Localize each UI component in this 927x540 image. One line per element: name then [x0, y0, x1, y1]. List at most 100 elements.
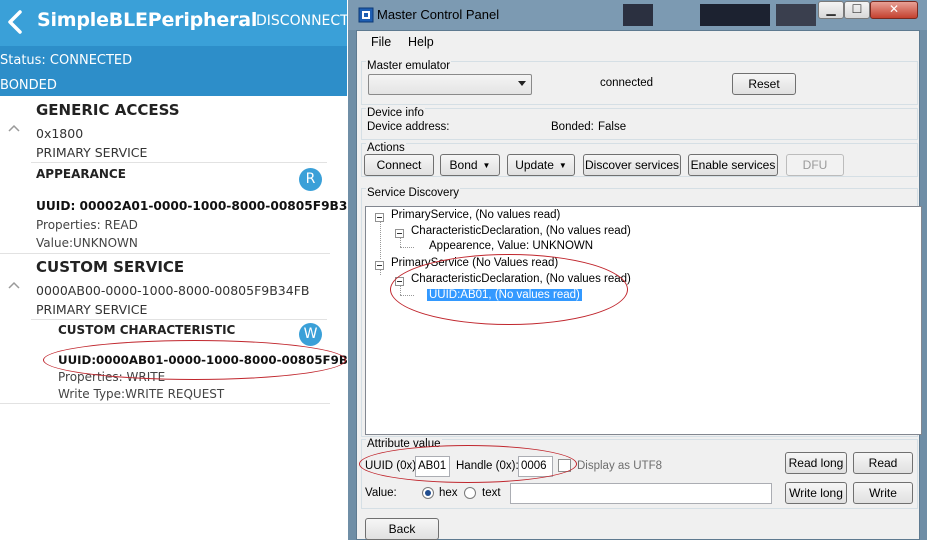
group-label: Device info: [366, 107, 425, 119]
divider: [0, 253, 330, 254]
value-input[interactable]: [510, 483, 772, 504]
characteristic-title: CUSTOM CHARACTERISTIC: [58, 323, 236, 337]
service-discovery-group: Service Discovery PrimaryService, (No va…: [361, 187, 922, 437]
window-title-bar[interactable]: Master Control Panel ▁ ☐ ✕: [348, 0, 927, 30]
write-long-button[interactable]: Write long: [785, 482, 847, 504]
menu-help[interactable]: Help: [408, 35, 434, 49]
tree-line: [400, 247, 414, 248]
uuid-label: UUID (0x):: [365, 460, 420, 472]
write-button[interactable]: Write: [853, 482, 913, 504]
characteristic-uuid: UUID:0000AB01-0000-1000-8000-00805F9B34F…: [58, 353, 347, 367]
tree-line: [380, 219, 381, 259]
tree-node-primary-service[interactable]: PrimaryService (No Values read): [391, 257, 558, 269]
maximize-icon[interactable]: ☐: [844, 1, 870, 19]
app-bar: SimpleBLEPeripheral DISCONNECT: [0, 0, 347, 46]
device-address-label: Device address:: [367, 121, 450, 133]
tree-line: [400, 295, 414, 296]
window-client-area: File Help Master emulator connected Rese…: [356, 30, 922, 540]
background-window-strip: [623, 4, 653, 26]
bond-status: BONDED: [0, 78, 57, 93]
dfu-button[interactable]: DFU: [786, 154, 844, 176]
divider: [0, 403, 330, 404]
update-button-label: Update: [515, 158, 554, 172]
background-window-strip: [776, 4, 816, 26]
actions-group: Actions Connect Bond ▼ Update ▼ Discover s…: [361, 142, 918, 177]
back-button[interactable]: Back: [365, 518, 439, 540]
handle-label: Handle (0x):: [456, 460, 519, 472]
service-title: CUSTOM SERVICE: [36, 258, 185, 276]
attribute-value-group: Attribute value UUID (0x): AB01 Handle (…: [361, 438, 918, 509]
handle-input[interactable]: 0006: [518, 456, 553, 477]
service-tree[interactable]: PrimaryService, (No values read) Charact…: [365, 206, 922, 435]
dropdown-arrow-icon: ▼: [482, 161, 491, 170]
update-button[interactable]: Update ▼: [507, 154, 575, 176]
service-kind: PRIMARY SERVICE: [36, 302, 148, 317]
divider: [31, 162, 327, 163]
emulator-select[interactable]: [368, 74, 532, 95]
menu-file[interactable]: File: [371, 35, 391, 49]
window-title: Master Control Panel: [377, 7, 500, 22]
characteristic-properties: Properties: WRITE: [58, 370, 166, 384]
divider: [31, 319, 327, 320]
group-label: Actions: [366, 142, 406, 154]
android-app: SimpleBLEPeripheral DISCONNECT Status: C…: [0, 0, 347, 540]
bonded-value: False: [598, 121, 627, 133]
tree-node-characteristic[interactable]: CharacteristicDeclaration, (No values re…: [411, 273, 631, 285]
collapse-toggle-icon[interactable]: [375, 261, 384, 270]
tree-node-primary-service[interactable]: PrimaryService, (No values read): [391, 209, 560, 221]
utf8-label: Display as UTF8: [577, 460, 662, 472]
connect-button[interactable]: Connect: [364, 154, 434, 176]
read-badge-icon: R: [299, 168, 322, 191]
chevron-up-icon[interactable]: [7, 123, 21, 133]
characteristic-value: Value:UNKNOWN: [36, 236, 138, 250]
hex-label: hex: [439, 487, 458, 499]
connection-state: connected: [600, 77, 654, 89]
close-icon[interactable]: ✕: [870, 1, 918, 19]
uuid-input[interactable]: AB01: [415, 456, 450, 477]
service-uuid: 0x1800: [36, 126, 84, 141]
device-info-group: Device info Device address: Bonded: Fals…: [361, 107, 918, 140]
tree-node-characteristic[interactable]: CharacteristicDeclaration, (No values re…: [411, 225, 631, 237]
connection-status-bar: Status: CONNECTED BONDED: [0, 46, 347, 96]
bond-button[interactable]: Bond ▼: [440, 154, 500, 176]
dropdown-arrow-icon: [518, 81, 526, 86]
characteristic-properties: Properties: READ: [36, 218, 138, 232]
characteristic-uuid: UUID: 00002A01-0000-1000-8000-00805F9B34…: [36, 199, 347, 213]
read-long-button[interactable]: Read long: [785, 452, 847, 474]
service-kind: PRIMARY SERVICE: [36, 145, 148, 160]
background-window-strip: [700, 4, 770, 26]
minimize-icon[interactable]: ▁: [818, 1, 844, 19]
tree-node-selected-uuid[interactable]: UUID:AB01, (No values read): [427, 289, 582, 301]
read-button[interactable]: Read: [853, 452, 913, 474]
disconnect-button[interactable]: DISCONNECT: [256, 13, 347, 29]
reset-button[interactable]: Reset: [732, 73, 796, 95]
utf8-checkbox[interactable]: [558, 459, 571, 472]
chevron-up-icon[interactable]: [7, 280, 21, 290]
dropdown-arrow-icon: ▼: [558, 161, 567, 170]
text-radio[interactable]: [464, 487, 476, 499]
characteristic-write-type: Write Type:WRITE REQUEST: [58, 387, 225, 401]
group-label: Service Discovery: [366, 187, 461, 199]
master-emulator-group: Master emulator connected Reset: [361, 60, 918, 105]
hex-radio[interactable]: [422, 487, 434, 499]
group-label: Master emulator: [366, 60, 452, 72]
enable-services-button[interactable]: Enable services: [688, 154, 778, 176]
app-title: SimpleBLEPeripheral: [37, 9, 258, 31]
text-label: text: [482, 487, 501, 499]
bonded-label: Bonded:: [551, 121, 594, 133]
service-title: GENERIC ACCESS: [36, 101, 180, 119]
group-label: Attribute value: [366, 438, 442, 450]
value-label: Value:: [365, 487, 397, 499]
service-uuid: 0000AB00-0000-1000-8000-00805F9B34FB: [36, 283, 310, 298]
collapse-toggle-icon[interactable]: [395, 229, 404, 238]
master-control-panel-window: Master Control Panel ▁ ☐ ✕ File Help Mas…: [348, 0, 927, 540]
write-badge-icon: W: [299, 323, 322, 346]
tree-node-value[interactable]: Appearence, Value: UNKNOWN: [429, 240, 593, 252]
back-arrow-icon[interactable]: [6, 9, 26, 35]
app-window-icon: [358, 7, 374, 23]
characteristic-title: APPEARANCE: [36, 167, 126, 181]
collapse-toggle-icon[interactable]: [395, 277, 404, 286]
discover-services-button[interactable]: Discover services: [583, 154, 681, 176]
collapse-toggle-icon[interactable]: [375, 213, 384, 222]
connection-status: Status: CONNECTED: [0, 53, 133, 68]
